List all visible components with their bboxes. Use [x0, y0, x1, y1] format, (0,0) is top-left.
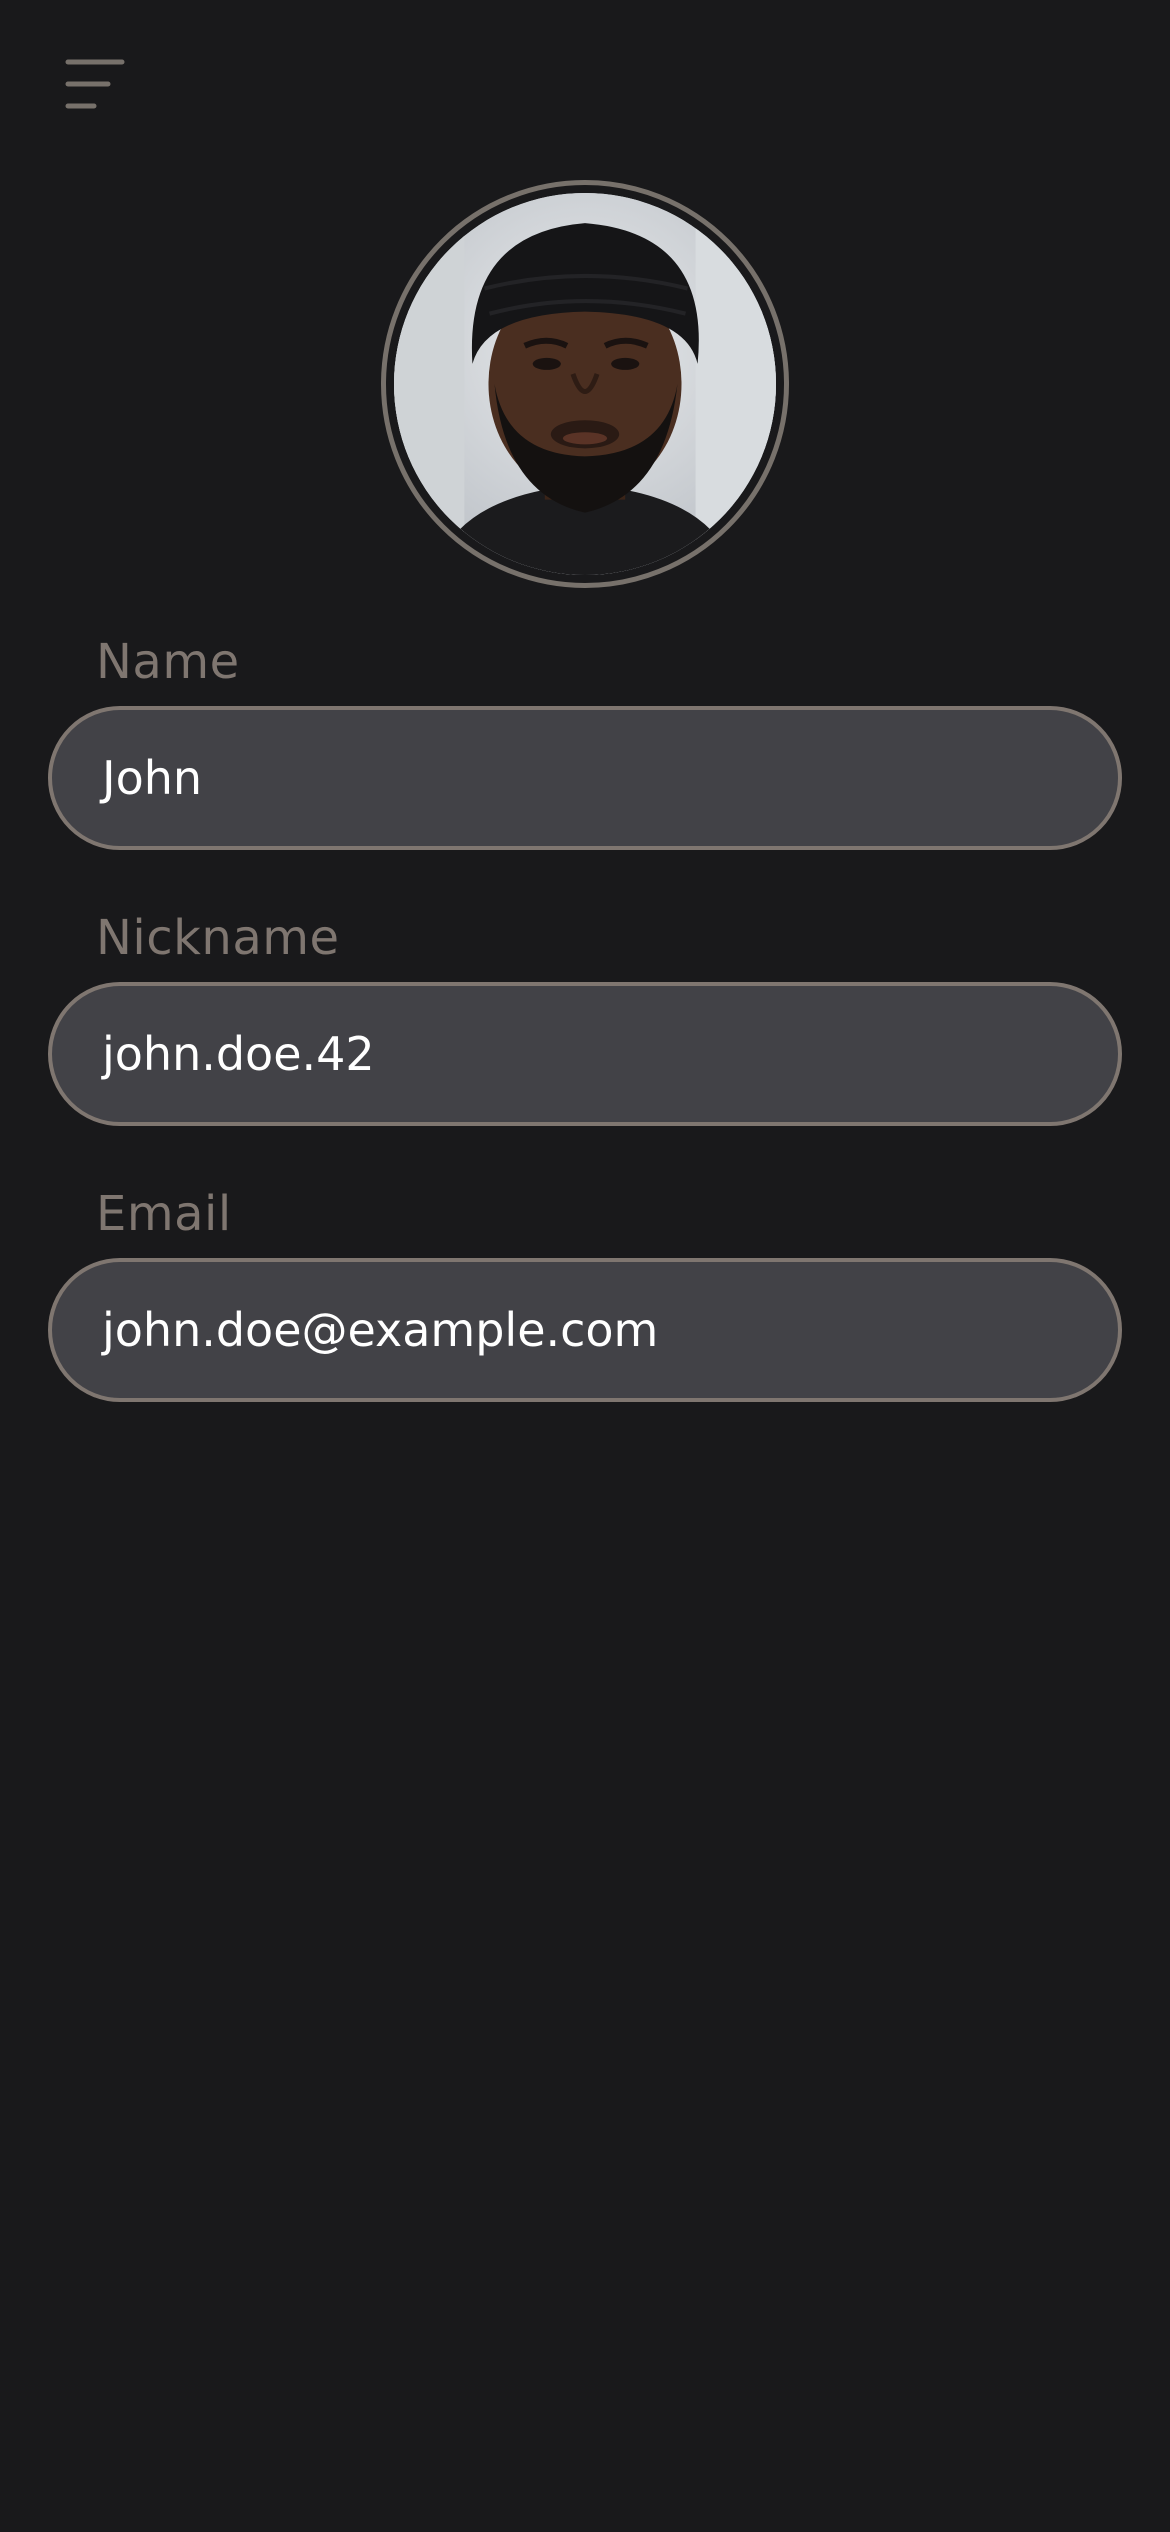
name-label: Name [96, 634, 240, 690]
menu-button[interactable] [56, 50, 136, 116]
nickname-label: Nickname [96, 910, 340, 966]
nickname-input[interactable]: john.doe.42 [48, 982, 1122, 1126]
email-input[interactable]: john.doe@example.com [48, 1258, 1122, 1402]
email-label: Email [96, 1186, 232, 1242]
profile-screen: Name John Nickname john.doe.42 Email joh… [0, 0, 1170, 2532]
hamburger-menu-icon [65, 59, 125, 109]
avatar[interactable] [381, 180, 789, 588]
avatar-photo [394, 193, 776, 575]
name-input[interactable]: John [48, 706, 1122, 850]
user-avatar-photo [394, 193, 776, 575]
